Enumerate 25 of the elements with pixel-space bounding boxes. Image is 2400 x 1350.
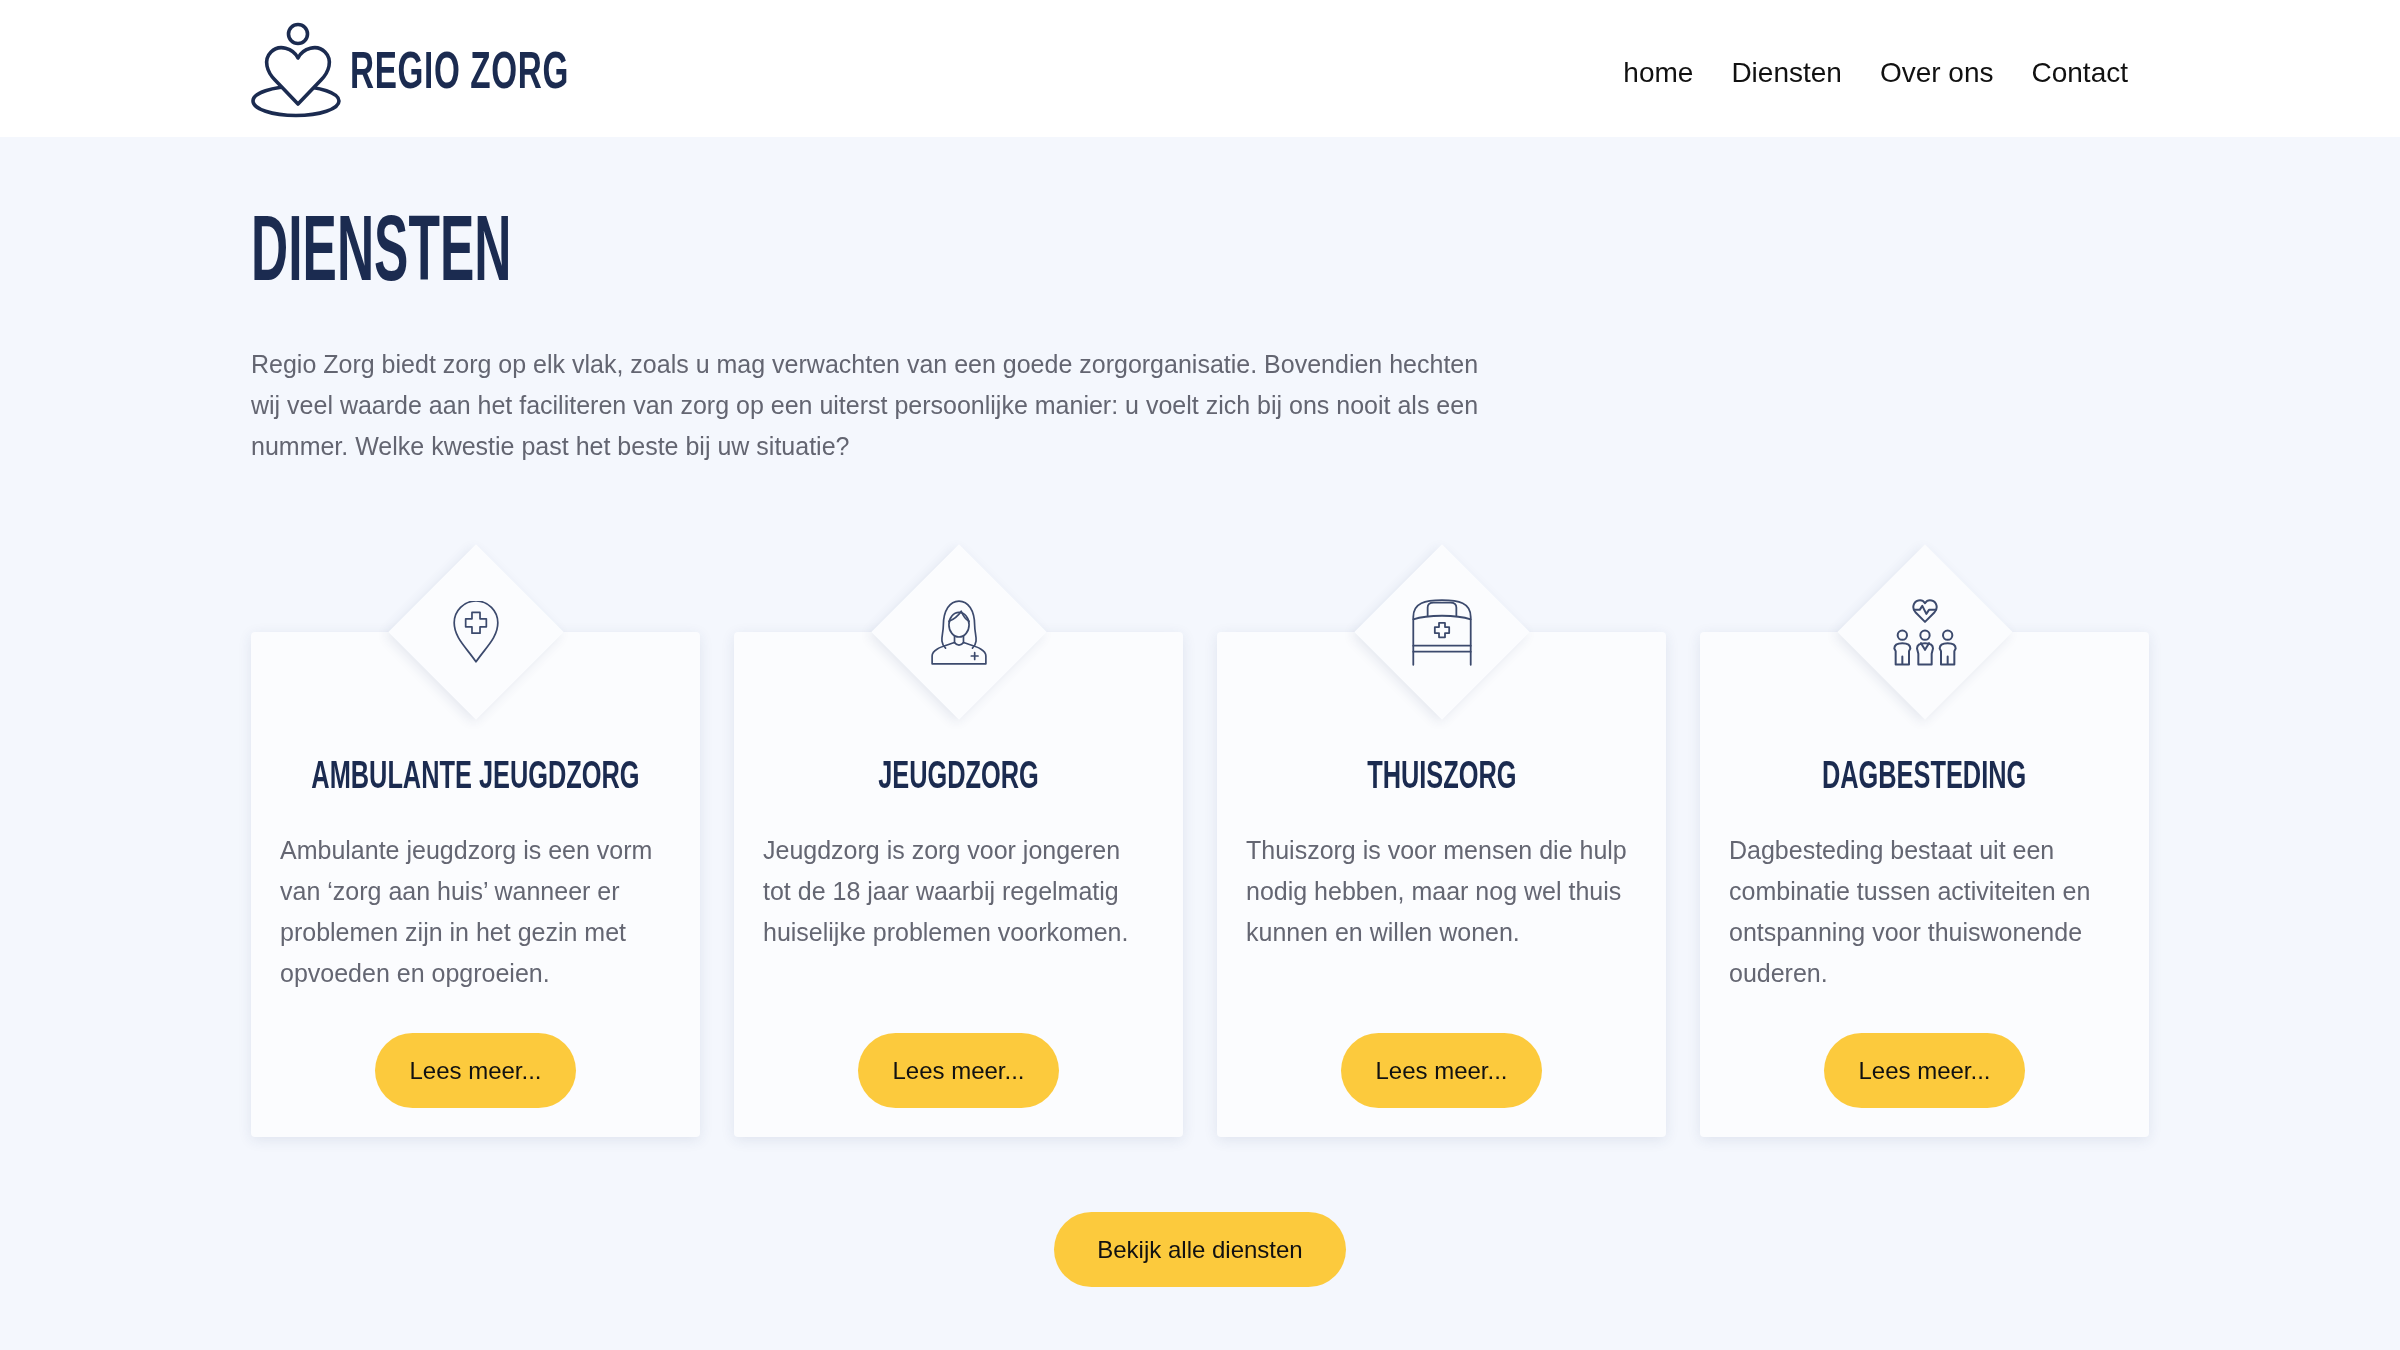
page-heading: DIENSTEN <box>251 202 512 294</box>
map-pin-cross-icon <box>452 601 499 663</box>
card-title: JEUGDZORG <box>878 755 1039 794</box>
read-more-button[interactable]: Lees meer... <box>858 1033 1059 1108</box>
intro-text: Regio Zorg biedt zorg op elk vlak, zoals u mag verwachten van een goede zorgorganisatie. Bovendien hechten wij veel waarde aan het faciliteren van zorg op een uiterst persoonlijke manier: u voelt zich bij ons nooit als een nummer. Welke kwestie past het beste bij uw situatie? <box>251 349 1480 462</box>
all-services-button[interactable]: Bekijk alle diensten <box>1054 1212 1346 1287</box>
card-description: Ambulante jeugdzorg is een vorm van ‘zorg aan huis’ wanneer er problemen zijn in het gezin met opvoeden en opgroeien. <box>280 835 654 989</box>
nav-link[interactable]: Contact <box>2031 58 2128 87</box>
hospital-bed-icon <box>1411 598 1472 666</box>
card-title: DAGBESTEDING <box>1822 755 2027 794</box>
people-heart-icon <box>1892 598 1957 666</box>
card-description: Dagbesteding bestaat uit een combinatie tussen activiteiten en ontspanning voor thuiswonende ouderen. <box>1729 835 2092 989</box>
card-title: THUISZORG <box>1366 755 1517 794</box>
logo-text: REGIO ZORG <box>350 43 570 96</box>
nav-link[interactable]: Over ons <box>1879 58 1994 87</box>
nav-link[interactable]: home <box>1623 58 1694 87</box>
card-title: AMBULANTE JEUGDZORG <box>311 755 640 794</box>
read-more-button[interactable]: Lees meer... <box>1341 1033 1542 1108</box>
heart-figure-icon <box>251 21 341 118</box>
read-more-button[interactable]: Lees meer... <box>375 1033 576 1108</box>
nurse-icon <box>930 599 987 665</box>
card-description: Thuiszorg is voor mensen die hulp nodig hebben, maar nog wel thuis kunnen en willen wonen. <box>1246 835 1628 948</box>
read-more-button[interactable]: Lees meer... <box>1824 1033 2025 1108</box>
card-description: Jeugdzorg is zorg voor jongeren tot de 18 jaar waarbij regelmatig huiselijke problemen voorkomen. <box>763 835 1130 948</box>
nav-link[interactable]: Diensten <box>1731 58 1842 87</box>
